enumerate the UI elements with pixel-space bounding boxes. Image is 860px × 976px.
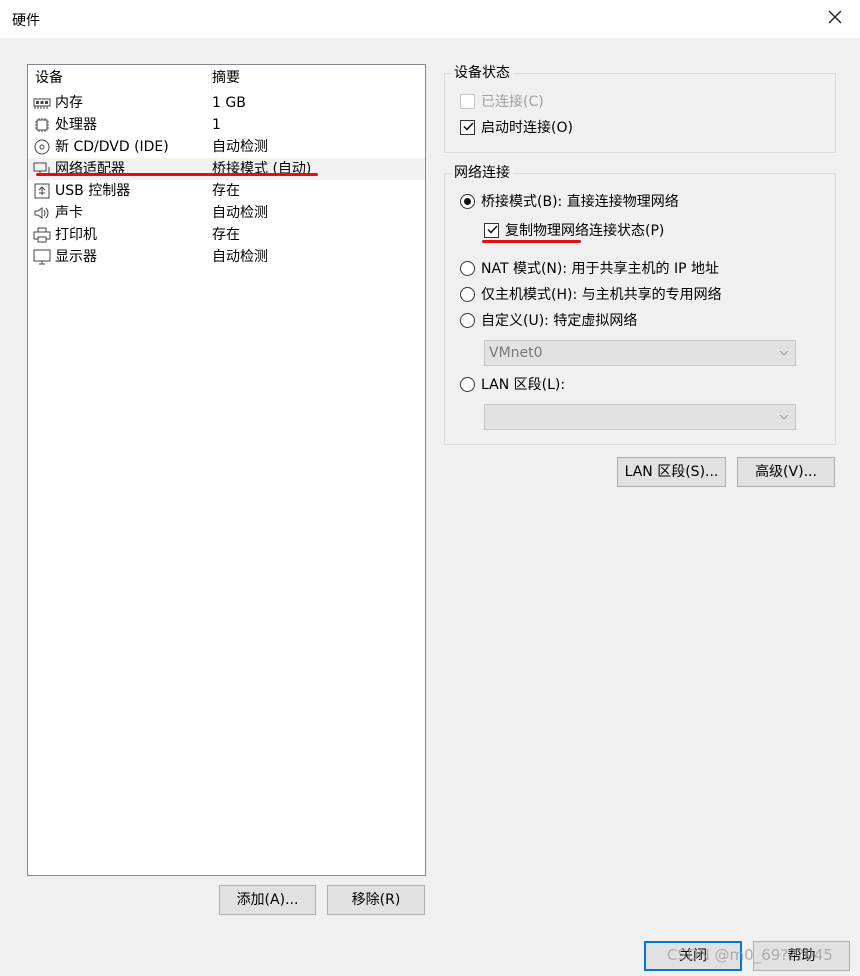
display-icon [33,249,51,265]
device-name: USB 控制器 [55,183,131,199]
device-name: 处理器 [55,117,97,133]
advanced-button[interactable]: 高级(V)... [737,457,835,487]
device-status-title: 设备状态 [451,64,513,82]
device-name: 显示器 [55,249,97,265]
network-connection-group: 网络连接 桥接模式(B): 直接连接物理网络 复制物理网络连接状态(P) NAT… [444,164,836,445]
custom-network-select[interactable]: VMnet0 [484,340,796,366]
device-summary: 存在 [212,183,240,199]
device-name: 打印机 [55,227,97,243]
watermark: CSDN @m0_69???945 [667,946,833,964]
device-row-memory[interactable]: 内存 1 GB [28,92,425,114]
device-summary: 桥接模式 (自动) [212,161,312,177]
memory-icon [33,95,51,111]
add-button[interactable]: 添加(A)... [219,885,316,915]
custom-network-value: VMnet0 [489,345,543,361]
nat-label: NAT 模式(N): 用于共享主机的 IP 地址 [481,261,719,277]
device-summary: 1 [212,117,221,133]
sound-card-icon [33,205,51,221]
annotation-underline [482,240,581,243]
custom-label: 自定义(U): 特定虚拟网络 [481,313,638,329]
device-summary: 自动检测 [212,249,268,265]
device-status-group: 设备状态 已连接(C) 启动时连接(O) [444,64,836,153]
lan-segment-label: LAN 区段(L): [481,377,566,393]
usb-icon [33,183,51,199]
window-title: 硬件 [12,13,40,29]
column-header-device[interactable]: 设备 [28,65,212,91]
radio-circle[interactable] [460,287,475,302]
checkbox-box[interactable] [484,223,499,238]
device-list[interactable]: 设备 摘要 内存 1 GB 处理器 1 新 CD/DVD (IDE) 自动检测 [27,64,426,876]
printer-icon [33,227,51,243]
device-row-display[interactable]: 显示器 自动检测 [28,246,425,268]
checkmark-icon [463,122,474,131]
chevron-down-icon [779,414,789,420]
connected-label: 已连接(C) [481,94,544,110]
device-row-cd-dvd[interactable]: 新 CD/DVD (IDE) 自动检测 [28,136,425,158]
device-summary: 存在 [212,227,240,243]
device-summary: 自动检测 [212,205,268,221]
device-row-sound-card[interactable]: 声卡 自动检测 [28,202,425,224]
column-header-summary[interactable]: 摘要 [212,65,240,91]
replicate-state-label: 复制物理网络连接状态(P) [505,223,665,239]
device-summary: 自动检测 [212,139,268,155]
connect-at-power-on-label: 启动时连接(O) [481,120,573,136]
chevron-down-icon [779,350,789,356]
device-row-network-adapter[interactable]: 网络适配器 桥接模式 (自动) [28,158,425,180]
radio-circle[interactable] [460,261,475,276]
host-only-label: 仅主机模式(H): 与主机共享的专用网络 [481,287,722,303]
checkbox-box[interactable] [460,120,475,135]
device-row-processor[interactable]: 处理器 1 [28,114,425,136]
radio-circle[interactable] [460,377,475,392]
device-name: 新 CD/DVD (IDE) [55,139,169,155]
device-name: 内存 [55,95,83,111]
device-name: 网络适配器 [55,161,125,177]
network-connection-title: 网络连接 [451,164,513,182]
device-name: 声卡 [55,205,83,221]
title-bar: 硬件 [0,0,860,38]
close-icon[interactable] [824,6,846,28]
checkbox-box [460,94,475,109]
annotation-underline [36,173,318,176]
remove-button[interactable]: 移除(R) [327,885,425,915]
lan-segments-button[interactable]: LAN 区段(S)... [617,457,726,487]
checkmark-icon [487,225,498,234]
device-summary: 1 GB [212,95,246,111]
cd-dvd-icon [33,139,51,155]
device-row-printer[interactable]: 打印机 存在 [28,224,425,246]
radio-circle[interactable] [460,194,475,209]
radio-circle[interactable] [460,313,475,328]
processor-icon [33,117,51,133]
lan-segment-select[interactable] [484,404,796,430]
bridged-label: 桥接模式(B): 直接连接物理网络 [481,194,679,210]
device-row-usb[interactable]: USB 控制器 存在 [28,180,425,202]
